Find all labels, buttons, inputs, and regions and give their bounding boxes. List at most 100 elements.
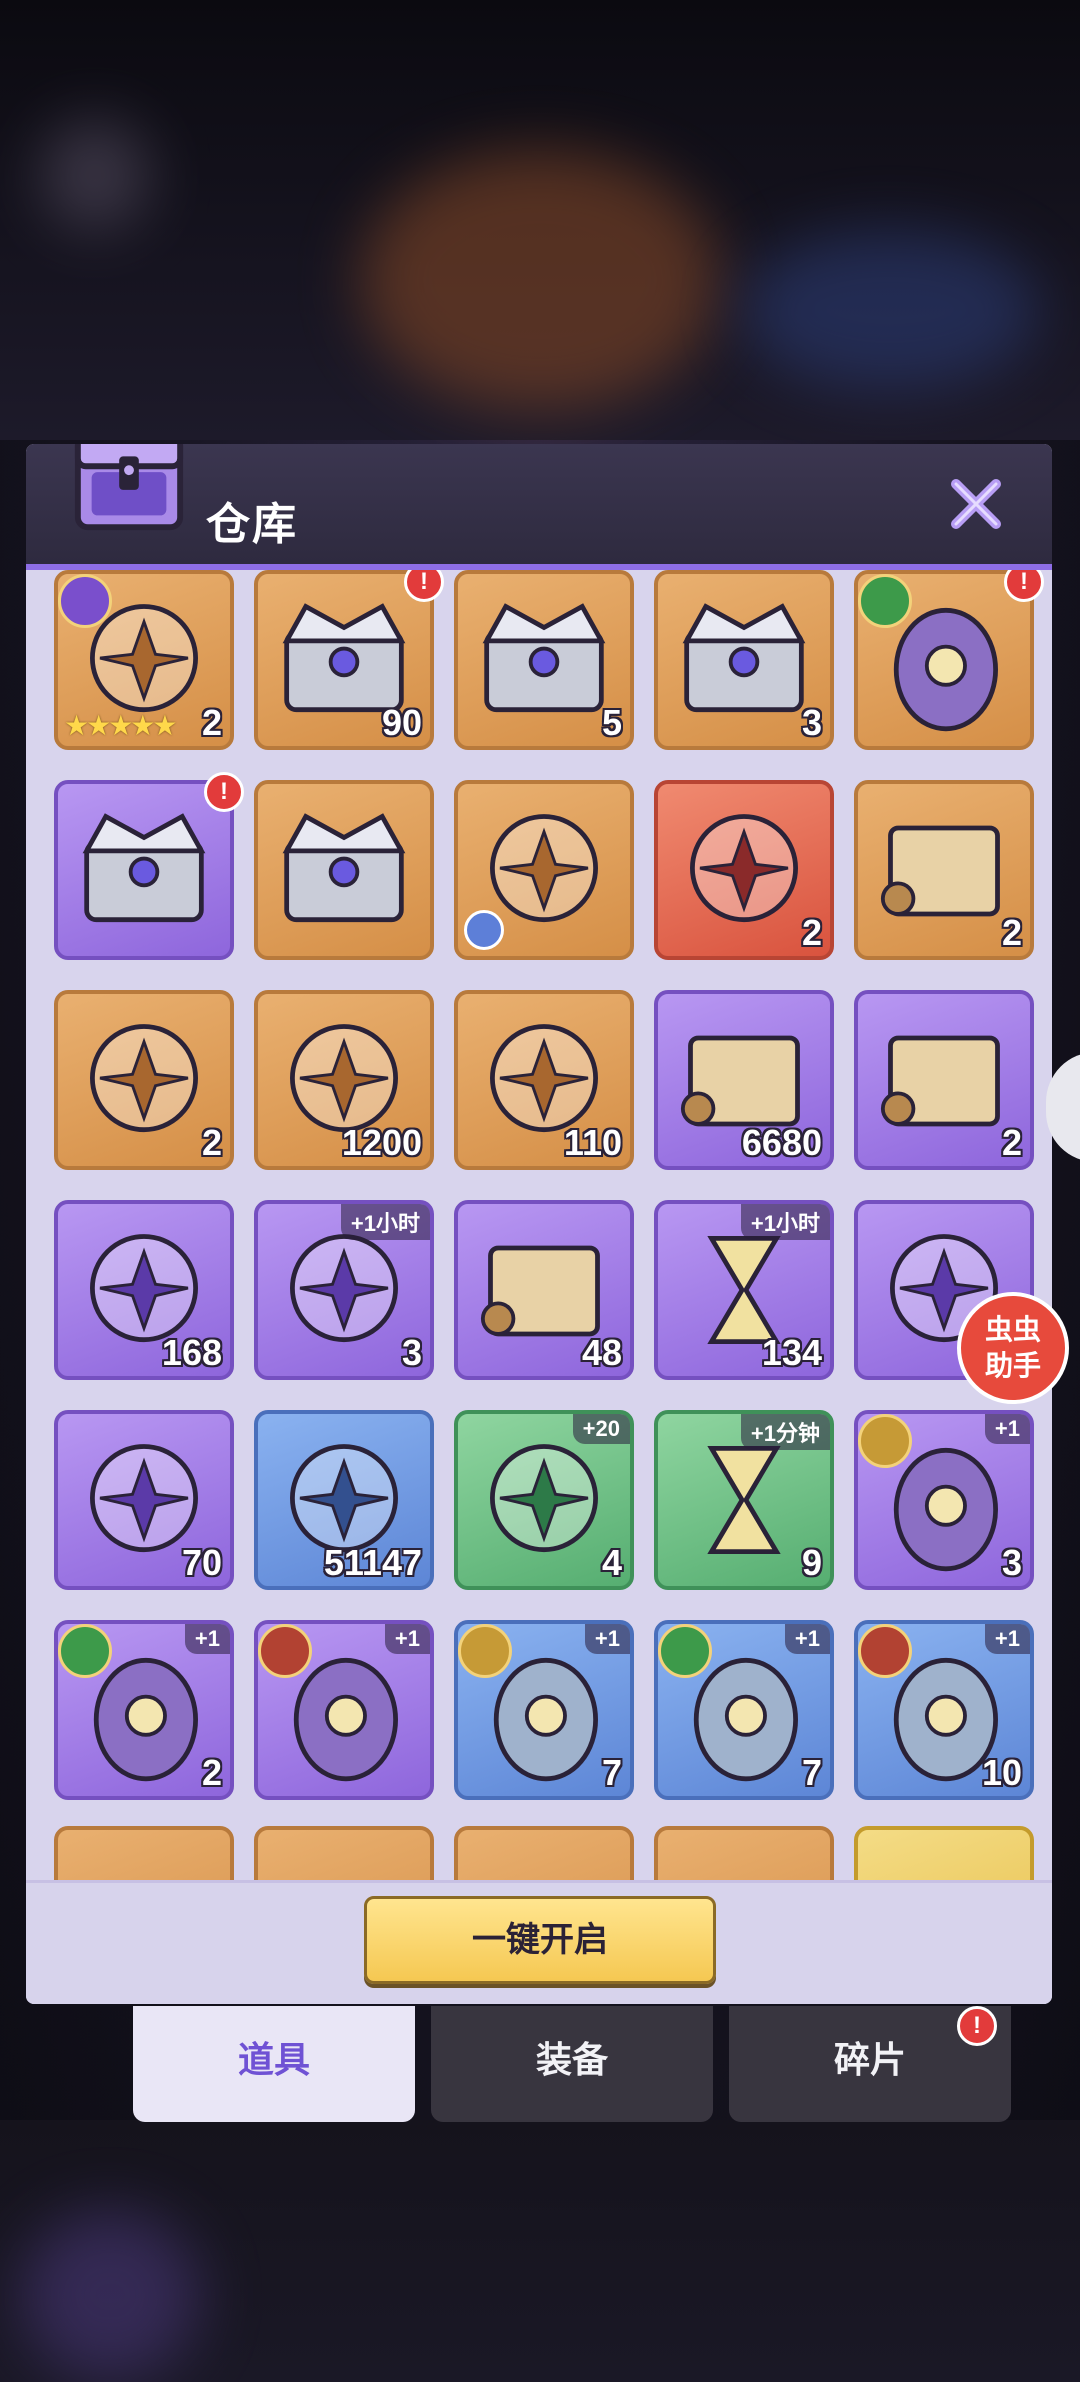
item-count: 7 [601,1752,622,1793]
bonus-tag: +1 [384,1624,430,1654]
tab-equipment-label: 装备 [535,2040,608,2081]
item-slot-partial-item-2[interactable] [254,1826,434,1880]
item-slot-bronze-scroll[interactable]: 2 [854,780,1034,960]
item-count: 10 [981,1752,1022,1793]
item-grid: ★★★★★ 2 90! 5 3!! 2 2 2 1200 110 6680 2 168 +1小时 3 48 +1… [26,570,1052,1880]
item-count: 48 [581,1332,622,1373]
item-count: 90 [381,702,422,743]
partial-item-2-icon [258,1830,430,1880]
gem-treasure-chest-icon [82,813,206,923]
panel-header: 仓库 [26,444,1052,570]
item-count: 168 [161,1332,222,1373]
bonus-tag: +1小时 [340,1204,430,1240]
rarity-badge-icon [658,1624,712,1678]
alert-icon: ! [957,2006,997,2046]
alert-icon: ! [204,772,244,812]
open-all-button[interactable]: 一键开启 [364,1896,716,1984]
item-count: 2 [1001,912,1022,953]
item-slot-silver-hourglass[interactable]: +1小时 134 [654,1200,834,1380]
item-slot-purple-skull-egg[interactable]: +1 [254,1620,434,1800]
item-count: 51147 [323,1542,422,1583]
background-blur-banner [740,230,1040,390]
rarity-badge-icon [58,1624,112,1678]
bonus-tag: +1 [184,1624,230,1654]
item-slot-blue-vortex[interactable]: +20 4 [454,1410,634,1590]
item-slot-stone-hourglass-egg[interactable]: +1 7 [454,1620,634,1800]
rarity-badge-icon [258,1624,312,1678]
partial-item-1-icon [58,1830,230,1880]
item-count: 134 [761,1332,822,1373]
item-slot-partial-item-3[interactable] [454,1826,634,1880]
item-slot-cosmic-crystal[interactable]: 2 [654,780,834,960]
partial-item-4-icon [658,1830,830,1880]
rarity-badge-icon [458,1624,512,1678]
tab-fragments-label: 碎片 [833,2040,906,2081]
item-slot-partial-item-4[interactable] [654,1826,834,1880]
item-slot-blue-flame[interactable]: 51147 [254,1410,434,1590]
item-slot-tied-scroll[interactable]: 2 [854,990,1034,1170]
item-slot-parchment-map[interactable]: 6680 [654,990,834,1170]
item-slot-red-card-pack[interactable] [454,780,634,960]
bonus-tag: +1 [984,1624,1030,1654]
rarity-badge-icon [58,574,112,628]
item-slot-ice-crystal[interactable]: 168 [54,1200,234,1380]
rarity-badge-icon [858,1624,912,1678]
item-slot-gem-treasure-chest[interactable] [54,780,234,960]
item-count: 3 [801,702,822,743]
item-count: 3 [401,1332,422,1373]
item-count: 7 [801,1752,822,1793]
purple-gold-chest-icon [282,813,406,923]
item-count: 2 [201,702,222,743]
warehouse-panel: 仓库 ★★★★★ 2 90! 5 3!! 2 2 2 1200 110 6680 2 168 +1小时 3 4… [26,444,1052,2004]
item-count: 2 [1001,1122,1022,1163]
item-count: 2 [801,912,822,953]
item-count: 3 [1001,1542,1022,1583]
item-slot-rainbow-egg[interactable] [854,570,1034,750]
item-slot-partial-item-1[interactable] [54,1826,234,1880]
item-slot-purple-leaf-egg[interactable]: +1 2 [54,1620,234,1800]
rarity-badge-icon [858,574,912,628]
item-count: 9 [801,1542,822,1583]
bonus-tag: +1 [984,1414,1030,1444]
item-count: 2 [201,1122,222,1163]
warehouse-chest-icon [74,444,184,531]
item-slot-ghost-cat-hero-card[interactable]: ★★★★★ 2 [54,570,234,750]
tab-fragments[interactable]: 碎片 ! [729,2006,1011,2122]
item-count: 6680 [741,1122,822,1163]
rarity-badge-icon [858,1414,912,1468]
bonus-tag: +1 [584,1624,630,1654]
item-slot-treasure-chest[interactable]: 90 [254,570,434,750]
bonus-tag: +20 [572,1414,630,1444]
item-slot-purple-eye-medallion[interactable]: 2 [54,990,234,1170]
item-slot-red-rune-scroll[interactable]: 48 [454,1200,634,1380]
item-slot-spiral-orb[interactable]: 70 [54,1410,234,1590]
star-rating: ★★★★★ [64,709,178,742]
item-slot-purple-hourglass-egg[interactable]: +1 3 [854,1410,1034,1590]
tab-items-label: 道具 [237,2040,310,2081]
item-slot-fire-orb[interactable]: 110 [454,990,634,1170]
bonus-tag: +1小时 [740,1204,830,1240]
partial-item-3-icon [458,1830,630,1880]
bonus-tag: +1分钟 [740,1414,830,1450]
background-blur-avatar [40,120,150,230]
item-count: 2 [201,1752,222,1793]
item-count: 1200 [341,1122,422,1163]
tab-equipment[interactable]: 装备 [431,2006,713,2122]
item-slot-silver-crown-chest-red[interactable]: 3 [654,570,834,750]
tab-items[interactable]: 道具 [133,2006,415,2122]
close-icon[interactable] [946,474,1006,534]
item-slot-stone-leaf-egg[interactable]: +1 7 [654,1620,834,1800]
item-slot-stone-skull-egg[interactable]: +1 10 [854,1620,1034,1800]
item-slot-rainbow-diamond[interactable]: 1200 [254,990,434,1170]
item-slot-purple-potion[interactable]: +1小时 3 [254,1200,434,1380]
background-blur-nav [20,2210,200,2380]
item-slot-partial-item-5[interactable] [854,1826,1034,1880]
item-count: 110 [563,1122,622,1163]
item-slot-purple-gold-chest[interactable] [254,780,434,960]
background-blur-trophy [360,150,720,410]
item-slot-silver-crown-chest-blue[interactable]: 5 [454,570,634,750]
item-slot-gold-hourglass[interactable]: +1分钟 9 [654,1410,834,1590]
bonus-tag: +1 [784,1624,830,1654]
helper-float-button[interactable]: 虫虫助手 [957,1292,1069,1404]
item-count: 5 [601,702,622,743]
